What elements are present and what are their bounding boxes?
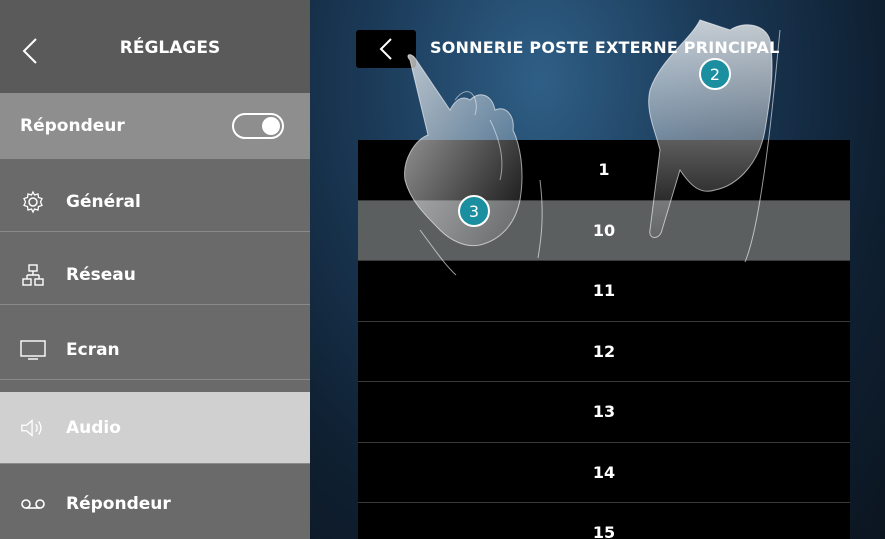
ringtone-option[interactable]: 15	[358, 503, 850, 539]
sidebar-item-label: Répondeur	[66, 494, 171, 514]
page-title: SONNERIE POSTE EXTERNE PRINCIPAL	[430, 38, 780, 57]
ringtone-option[interactable]: 14	[358, 443, 850, 503]
ringtone-option[interactable]: 11	[358, 261, 850, 322]
toggle-label: Répondeur	[20, 116, 125, 136]
sidebar-item-network[interactable]: Réseau	[0, 245, 310, 305]
voicemail-icon	[20, 491, 46, 517]
chevron-left-icon	[379, 38, 392, 60]
gear-icon	[20, 189, 46, 215]
sidebar-toggle-row: Répondeur	[0, 93, 310, 159]
sidebar-item-label: Général	[66, 191, 141, 212]
speaker-icon	[20, 415, 46, 441]
sidebar-header: RÉGLAGES	[0, 0, 310, 93]
ringtone-option[interactable]: 13	[358, 382, 850, 443]
sidebar-item-audio[interactable]: Audio	[0, 392, 310, 464]
sidebar-item-general[interactable]: Général	[0, 172, 310, 232]
sidebar-item-label: Ecran	[66, 339, 120, 360]
sidebar-item-answering-machine[interactable]: Répondeur	[0, 474, 310, 534]
ringtone-list: 1 10 11 12 13 14 15	[358, 140, 850, 539]
ringtone-option[interactable]: 1	[358, 140, 850, 201]
settings-sidebar: RÉGLAGES Répondeur Général Réseau Ecran …	[0, 0, 310, 539]
network-icon	[20, 262, 46, 288]
sidebar-item-screen[interactable]: Ecran	[0, 320, 310, 380]
toggle-knob	[262, 117, 280, 135]
callout-badge-2: 2	[699, 58, 731, 90]
sidebar-item-label: Réseau	[66, 264, 136, 285]
monitor-icon	[20, 337, 46, 363]
callout-badge-3: 3	[458, 195, 490, 227]
answering-machine-toggle[interactable]	[232, 113, 284, 139]
ringtone-option[interactable]: 12	[358, 322, 850, 382]
ringtone-option-selected[interactable]: 10	[358, 200, 850, 261]
back-button[interactable]	[356, 30, 416, 68]
main-panel: SONNERIE POSTE EXTERNE PRINCIPAL 1 10 11…	[310, 0, 885, 539]
sidebar-title: RÉGLAGES	[119, 38, 221, 58]
sidebar-item-label: Audio	[66, 417, 121, 438]
